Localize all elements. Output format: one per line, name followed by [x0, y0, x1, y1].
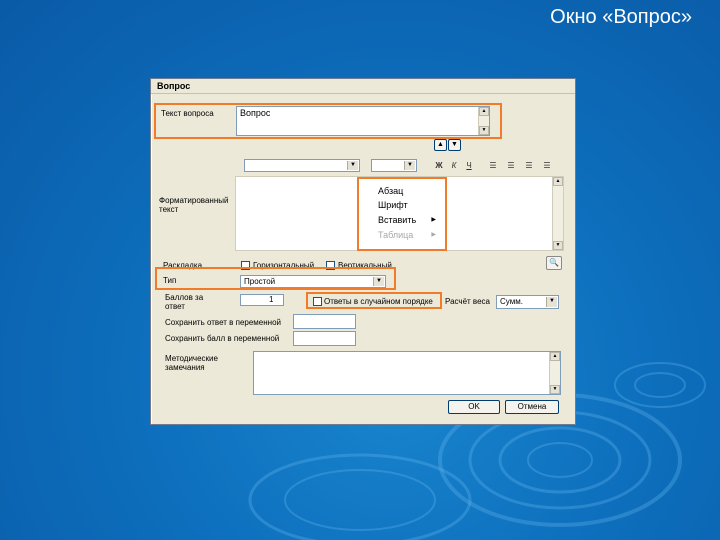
chevron-down-icon[interactable]: ▼ — [347, 161, 358, 170]
context-menu: Абзац Шрифт Вставить ▶ Таблица ▶ — [371, 181, 444, 245]
weight-value: Сумм. — [500, 297, 523, 306]
chevron-down-icon[interactable]: ▼ — [404, 161, 415, 170]
menu-item-font[interactable]: Шрифт — [378, 200, 408, 210]
scroll-up-icon[interactable]: ▲ — [553, 177, 563, 186]
size-combo[interactable]: ▼ — [371, 159, 417, 172]
type-label: Тип — [163, 276, 177, 285]
submenu-arrow-icon: ▶ — [431, 217, 436, 223]
type-combo[interactable]: Простой ▼ — [240, 275, 386, 288]
comments-label: Методические замечания — [165, 354, 218, 372]
menu-item-paragraph[interactable]: Абзац — [378, 186, 403, 196]
weight-label: Расчёт веса — [445, 297, 490, 306]
scroll-up-icon[interactable]: ▲ — [550, 352, 560, 361]
menu-item-table: Таблица — [378, 230, 414, 240]
weight-combo[interactable]: Сумм. ▼ — [496, 295, 559, 309]
horizontal-label: Горизонтальный — [253, 261, 315, 270]
save-points-label: Сохранить балл в переменной — [165, 334, 280, 343]
save-answer-field[interactable] — [293, 314, 356, 329]
save-answer-label: Сохранить ответ в переменной — [165, 318, 281, 327]
scroll-down-icon[interactable]: ▼ — [479, 126, 489, 135]
align-center-icon[interactable]: ☰ — [505, 160, 517, 171]
type-value: Простой — [244, 277, 276, 286]
random-order-label: Ответы в случайном порядке — [324, 297, 433, 306]
save-points-field[interactable] — [293, 331, 356, 346]
submenu-arrow-icon: ▶ — [431, 232, 436, 238]
zoom-icon[interactable]: 🔍 — [546, 256, 562, 270]
align-left-icon[interactable]: ☰ — [487, 160, 499, 171]
formatted-text-label: Форматированный текст — [159, 196, 229, 214]
formatted-text-scrollbar[interactable]: ▲ ▼ — [552, 177, 563, 250]
font-combo[interactable]: ▼ — [244, 159, 360, 172]
bold-icon[interactable]: Ж — [433, 160, 445, 171]
scroll-down-icon[interactable]: ▼ — [553, 241, 563, 250]
question-text-field[interactable]: Вопрос ▲ ▼ — [236, 106, 490, 136]
points-stepper[interactable]: 1 — [240, 294, 284, 306]
horizontal-checkbox[interactable] — [241, 261, 250, 270]
cancel-button[interactable]: Отмена — [505, 400, 559, 414]
justify-icon[interactable]: ☰ — [541, 160, 553, 171]
scroll-up-icon[interactable]: ▲ — [479, 107, 489, 116]
move-up-button[interactable]: ▲ — [434, 139, 447, 151]
underline-icon[interactable]: Ч — [463, 160, 475, 171]
align-right-icon[interactable]: ☰ — [523, 160, 535, 171]
comments-field[interactable]: ▲ ▼ — [253, 351, 561, 395]
chevron-down-icon[interactable]: ▼ — [373, 277, 384, 286]
points-label: Баллов за ответ — [165, 293, 204, 311]
dialog-titlebar: Вопрос — [151, 79, 575, 94]
points-value: 1 — [269, 295, 274, 304]
question-text-value: Вопрос — [240, 108, 271, 118]
ok-button[interactable]: OK — [448, 400, 500, 414]
question-text-scrollbar[interactable]: ▲ ▼ — [478, 107, 489, 135]
move-down-button[interactable]: ▼ — [448, 139, 461, 151]
chevron-down-icon[interactable]: ▼ — [546, 297, 557, 307]
vertical-label: Вертикальный — [338, 261, 392, 270]
scroll-down-icon[interactable]: ▼ — [550, 385, 560, 394]
question-dialog: Вопрос Текст вопроса Вопрос ▲ ▼ ▲ ▼ ▼ ▼ … — [150, 78, 576, 425]
slide-title: Окно «Вопрос» — [550, 6, 692, 28]
layout-label: Раскладка — [163, 261, 203, 270]
random-order-checkbox[interactable] — [313, 297, 322, 306]
italic-icon[interactable]: К — [448, 160, 460, 171]
menu-item-insert[interactable]: Вставить — [378, 215, 416, 225]
vertical-checkbox[interactable] — [326, 261, 335, 270]
dialog-title: Вопрос — [157, 81, 191, 91]
comments-scrollbar[interactable]: ▲ ▼ — [549, 352, 560, 394]
question-text-label: Текст вопроса — [161, 109, 214, 118]
